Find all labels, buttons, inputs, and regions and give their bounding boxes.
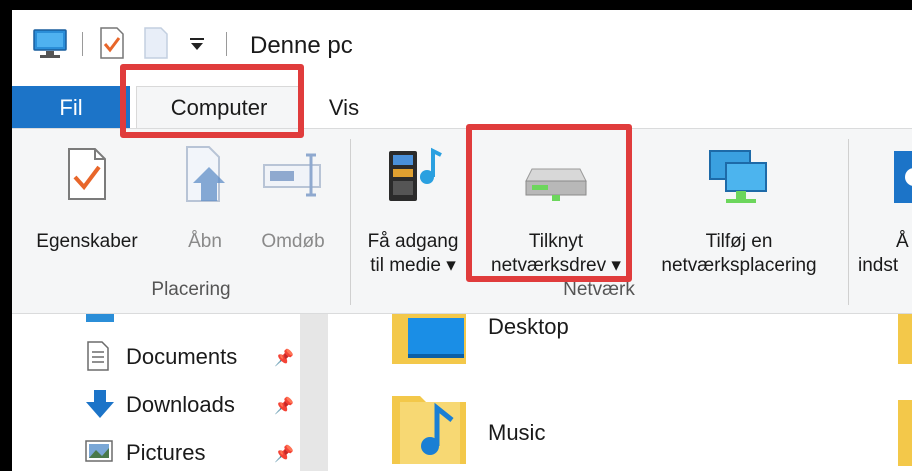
open-label: Åbn	[188, 231, 222, 252]
group-label-location: Placering	[151, 279, 231, 300]
access-media-label-line2: til medie ▾	[370, 255, 456, 276]
rename-button[interactable]: Omdøb	[250, 141, 336, 269]
desktop-folder-icon[interactable]	[390, 314, 470, 368]
open-icon	[186, 146, 225, 202]
pin-icon: 📌	[274, 446, 294, 463]
ribbon: Egenskaber Åbn Omdøb Placering Få adgang…	[12, 128, 912, 314]
open-button[interactable]: Åbn	[170, 141, 240, 269]
screenshot-frame: Denne pc Fil Computer Vis Egenskaber Åbn	[0, 0, 912, 471]
group-separator	[848, 139, 849, 305]
pin-icon: 📌	[274, 350, 294, 367]
window-title: Denne pc	[250, 32, 353, 59]
nav-item-documents[interactable]: Documents	[126, 344, 237, 370]
settings-gear-icon	[894, 151, 912, 203]
group-label-network: Netværk	[563, 279, 635, 300]
document-icon	[87, 341, 109, 371]
tab-view[interactable]: Vis	[314, 86, 374, 130]
properties-quick-icon[interactable]	[98, 26, 126, 60]
file-explorer-window: Denne pc Fil Computer Vis Egenskaber Åbn	[12, 10, 912, 471]
settings-label-line1: Å	[896, 231, 909, 252]
pictures-icon	[85, 440, 113, 462]
navigation-pane: Documents 📌 Downloads 📌 Pictures 📌	[12, 314, 324, 471]
nav-item-downloads[interactable]: Downloads	[126, 392, 235, 418]
settings-label-line2: indst	[858, 255, 899, 276]
navigation-scrollbar[interactable]	[300, 314, 328, 471]
add-location-label-line1: Tilføj en	[705, 231, 773, 252]
customize-toolbar-icon[interactable]	[188, 36, 206, 52]
properties-label: Egenskaber	[36, 231, 138, 252]
open-settings-button[interactable]: Å indst	[854, 141, 912, 277]
this-pc-icon	[33, 29, 67, 58]
partial-folder-icon	[898, 400, 912, 466]
access-media-label-line1: Få adgang	[367, 231, 459, 252]
folder-desktop-label[interactable]: Desktop	[488, 314, 569, 340]
properties-button[interactable]: Egenskaber	[32, 141, 142, 269]
content-pane: Desktop Music	[328, 314, 912, 471]
rename-label: Omdøb	[261, 231, 325, 252]
pin-icon: 📌	[274, 398, 294, 415]
highlight-computer-tab	[120, 64, 304, 138]
separator	[82, 32, 83, 56]
properties-icon	[68, 148, 106, 200]
rename-icon	[263, 153, 321, 197]
folder-music-label[interactable]: Music	[488, 420, 545, 446]
music-folder-icon[interactable]	[390, 386, 470, 466]
add-location-label-line2: netværksplacering	[661, 255, 817, 276]
access-media-button[interactable]: Få adgang til medie ▾	[350, 141, 476, 277]
separator	[226, 32, 227, 56]
tab-file[interactable]: Fil	[12, 86, 130, 130]
blank-document-icon[interactable]	[142, 26, 170, 60]
partial-nav-item-icon	[86, 314, 114, 322]
network-location-icon	[709, 150, 767, 203]
highlight-map-network-drive	[466, 124, 632, 282]
add-network-location-button[interactable]: Tilføj en netværksplacering	[642, 141, 836, 277]
download-arrow-icon	[86, 390, 114, 418]
media-access-icon	[389, 147, 442, 201]
partial-folder-icon	[898, 314, 912, 364]
nav-item-pictures[interactable]: Pictures	[126, 440, 205, 466]
